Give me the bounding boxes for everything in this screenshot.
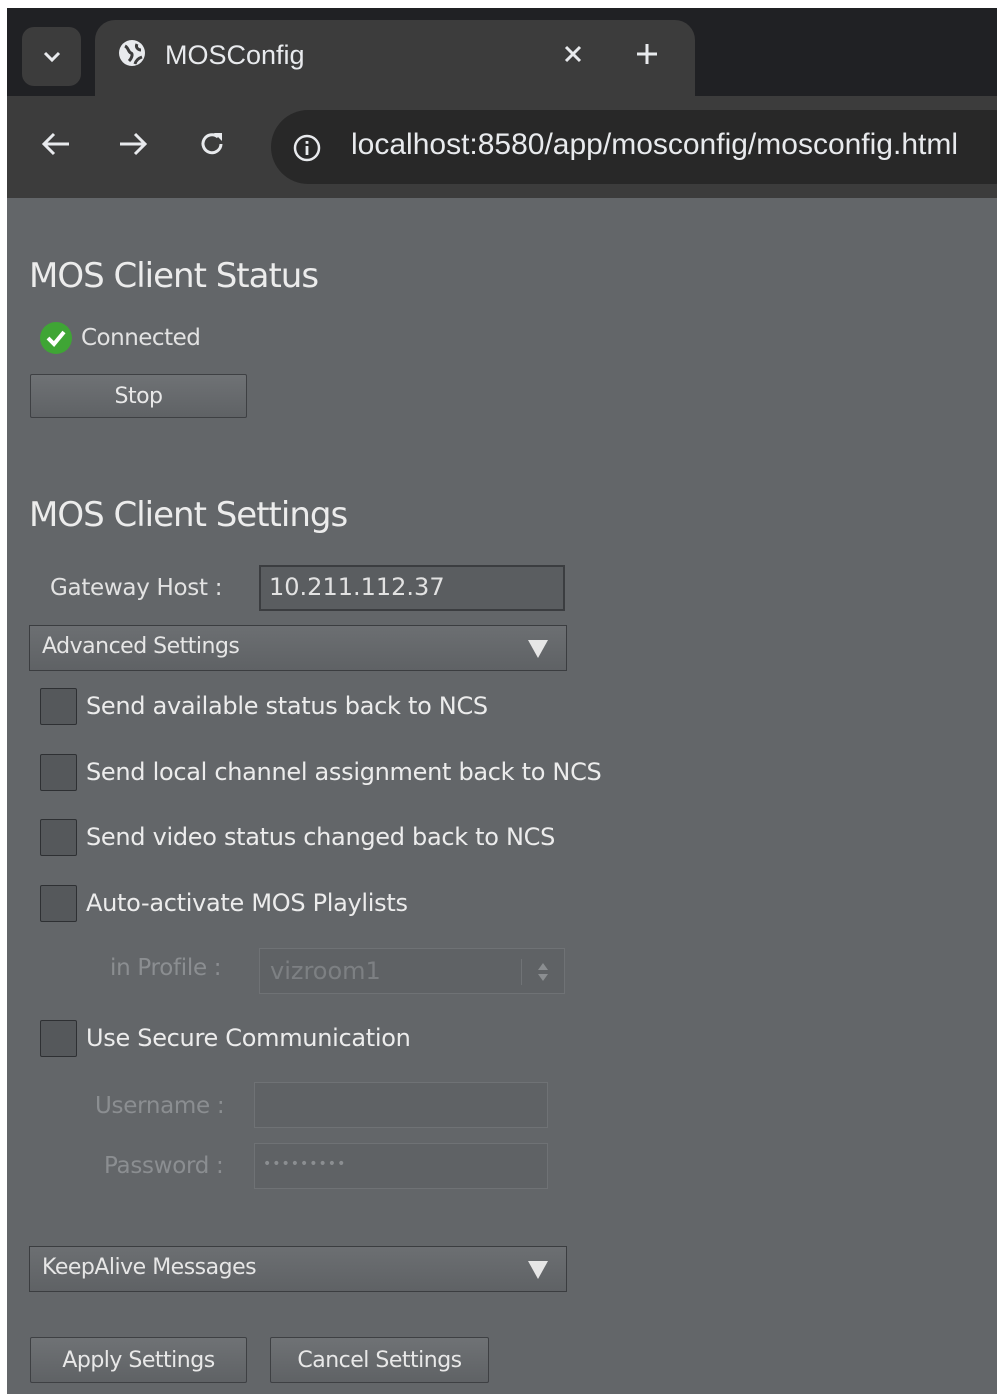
checkbox[interactable] xyxy=(40,753,77,791)
tab-title: MOSConfig xyxy=(165,40,305,70)
option-label: Use Secure Communication xyxy=(86,1024,411,1052)
updown-arrows-icon xyxy=(538,963,548,981)
select-divider xyxy=(521,959,522,985)
checkbox[interactable] xyxy=(40,884,77,922)
tab-close-button[interactable] xyxy=(555,36,591,72)
apply-settings-button[interactable]: Apply Settings xyxy=(30,1337,247,1383)
reload-icon xyxy=(201,133,223,155)
profile-value: vizroom1 xyxy=(270,957,381,985)
back-button[interactable] xyxy=(34,122,78,166)
tab-strip: MOSConfig xyxy=(7,8,997,105)
keepalive-messages-label: KeepAlive Messages xyxy=(42,1255,257,1280)
gateway-host-input[interactable]: 10.211.112.37 xyxy=(259,565,565,611)
triangle-down-icon xyxy=(528,640,548,658)
option-send-available-status[interactable]: Send available status back to NCS xyxy=(40,686,488,726)
check-circle-icon xyxy=(40,322,72,354)
address-bar[interactable]: localhost:8580/app/mosconfig/mosconfig.h… xyxy=(271,110,997,184)
plus-icon xyxy=(637,44,657,64)
username-label: Username : xyxy=(95,1093,225,1119)
gateway-host-label: Gateway Host : xyxy=(50,575,223,601)
option-label: Auto-activate MOS Playlists xyxy=(86,889,408,917)
option-send-channel-assignment[interactable]: Send local channel assignment back to NC… xyxy=(40,752,602,792)
url-text: localhost:8580/app/mosconfig/mosconfig.h… xyxy=(351,128,959,161)
keepalive-messages-toggle[interactable]: KeepAlive Messages xyxy=(29,1246,567,1292)
profile-label: in Profile : xyxy=(110,955,222,981)
page-content: MOS Client Status Connected Stop MOS Cli… xyxy=(7,198,997,1394)
forward-button[interactable] xyxy=(111,122,155,166)
advanced-settings-label: Advanced Settings xyxy=(42,634,240,659)
globe-icon xyxy=(119,40,145,66)
triangle-down-icon xyxy=(528,1261,548,1279)
tab-mosconfig[interactable]: MOSConfig xyxy=(95,20,695,105)
checkbox[interactable] xyxy=(40,818,77,856)
option-label: Send available status back to NCS xyxy=(86,692,488,720)
back-arrow-icon xyxy=(41,132,69,156)
browser-toolbar: localhost:8580/app/mosconfig/mosconfig.h… xyxy=(7,96,997,198)
stop-button[interactable]: Stop xyxy=(30,374,247,418)
option-label: Send local channel assignment back to NC… xyxy=(86,758,602,786)
browser-window: MOSConfig localhost:8580/app/mosconfig/m… xyxy=(7,8,997,1394)
status-heading: MOS Client Status xyxy=(29,256,319,296)
password-label: Password : xyxy=(104,1153,224,1179)
close-icon xyxy=(564,45,582,63)
tab-search-button[interactable] xyxy=(22,27,81,86)
reload-button[interactable] xyxy=(190,122,234,166)
new-tab-button[interactable] xyxy=(627,34,667,74)
username-input[interactable] xyxy=(254,1082,548,1128)
option-auto-activate-playlists[interactable]: Auto-activate MOS Playlists xyxy=(40,883,408,923)
profile-select[interactable]: vizroom1 xyxy=(259,948,565,994)
settings-heading: MOS Client Settings xyxy=(29,495,348,535)
advanced-settings-toggle[interactable]: Advanced Settings xyxy=(29,625,567,671)
cancel-settings-button[interactable]: Cancel Settings xyxy=(270,1337,489,1383)
info-icon[interactable] xyxy=(291,132,323,164)
checkbox[interactable] xyxy=(40,687,77,725)
forward-arrow-icon xyxy=(120,132,148,156)
password-input[interactable]: ••••••••• xyxy=(254,1143,548,1189)
chevron-down-icon xyxy=(43,51,60,62)
option-label: Send video status changed back to NCS xyxy=(86,823,556,851)
status-text: Connected xyxy=(81,325,201,351)
checkbox[interactable] xyxy=(40,1019,77,1057)
option-secure-communication[interactable]: Use Secure Communication xyxy=(40,1018,411,1058)
connection-status: Connected xyxy=(39,320,201,356)
option-send-video-status[interactable]: Send video status changed back to NCS xyxy=(40,817,555,857)
